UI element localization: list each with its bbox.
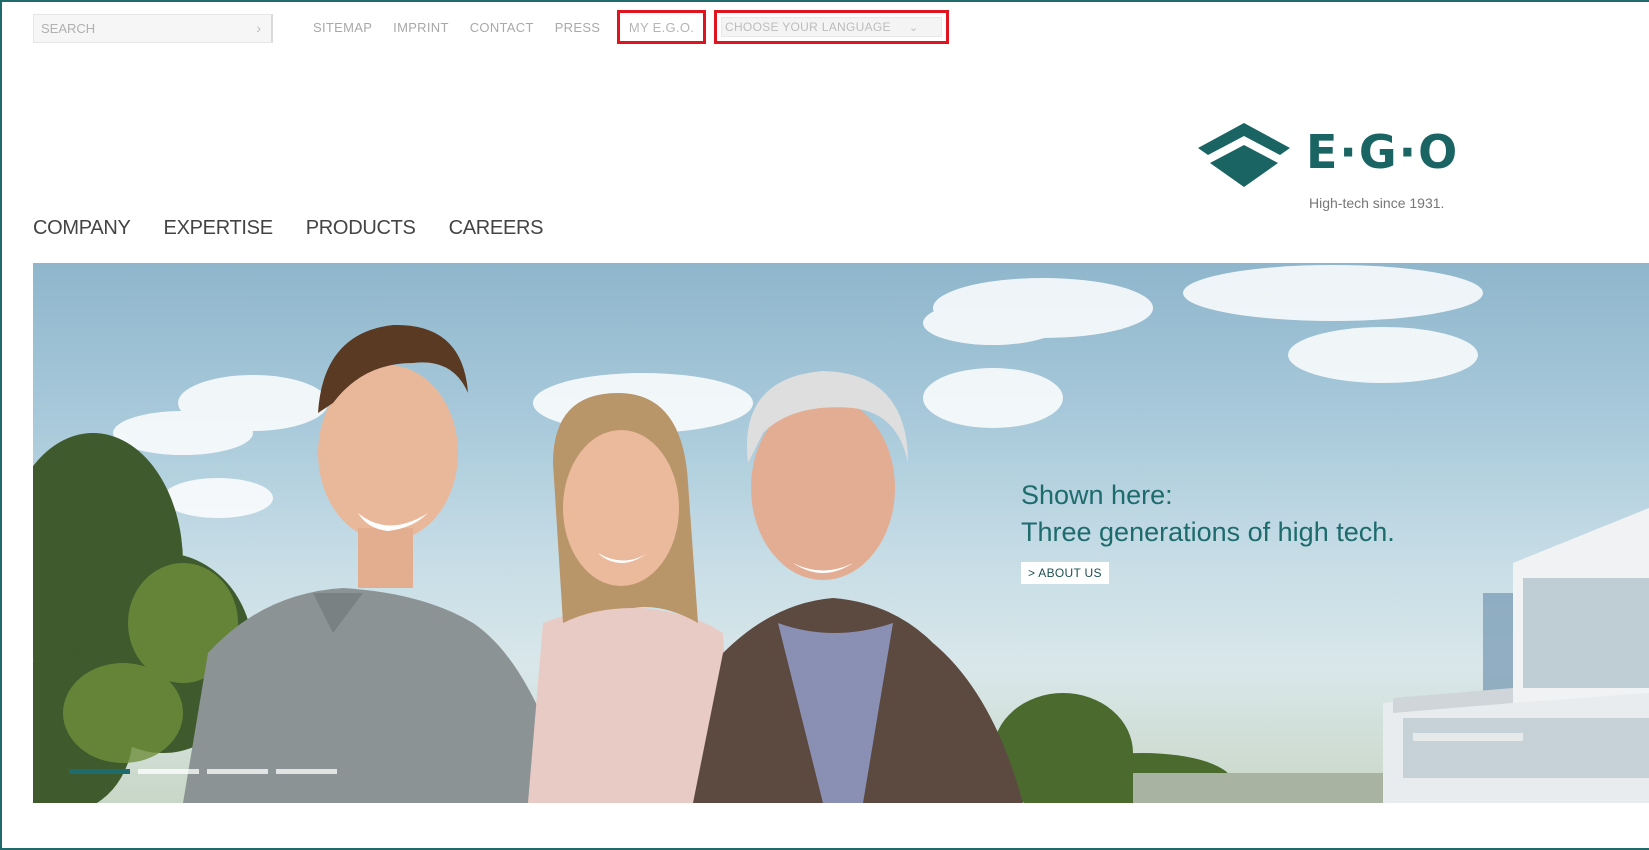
nav-products[interactable]: PRODUCTS: [306, 217, 416, 240]
slider-dot-3[interactable]: [207, 769, 268, 774]
press-link[interactable]: PRESS: [555, 20, 601, 35]
slider-pagination: [69, 769, 345, 774]
slider-dot-4[interactable]: [276, 769, 337, 774]
hero-headline: Shown here: Three generations of high te…: [1021, 477, 1395, 551]
ego-logo-icon[interactable]: [1198, 123, 1290, 191]
contact-link[interactable]: CONTACT: [470, 20, 534, 35]
utility-nav: SITEMAP IMPRINT CONTACT PRESS: [313, 20, 621, 35]
hero-banner: Shown here: Three generations of high te…: [33, 263, 1649, 803]
language-highlight: CHOOSE YOUR LANGUAGE ⌄: [714, 10, 949, 44]
logo-tagline: High-tech since 1931.: [1309, 195, 1445, 211]
logo-wordmark[interactable]: E·G·O: [1306, 126, 1459, 178]
hero-image: [33, 265, 1649, 803]
about-us-button[interactable]: > ABOUT US: [1021, 562, 1109, 584]
nav-expertise[interactable]: EXPERTISE: [164, 217, 274, 240]
search-submit-icon[interactable]: ›: [256, 20, 261, 36]
search-input[interactable]: [34, 15, 244, 42]
language-select[interactable]: CHOOSE YOUR LANGUAGE ⌄: [721, 17, 942, 37]
slider-dot-1[interactable]: [69, 769, 130, 774]
nav-company[interactable]: COMPANY: [33, 217, 131, 240]
main-nav: COMPANY EXPERTISE PRODUCTS CAREERS: [33, 217, 576, 240]
slider-dot-2[interactable]: [138, 769, 199, 774]
chevron-down-icon: ⌄: [908, 21, 919, 34]
imprint-link[interactable]: IMPRINT: [393, 20, 449, 35]
hero-line-1: Shown here:: [1021, 480, 1173, 510]
sitemap-link[interactable]: SITEMAP: [313, 20, 372, 35]
search-box: ›: [33, 14, 273, 43]
my-ego-label: MY E.G.O.: [628, 19, 695, 35]
my-ego-link[interactable]: MY E.G.O.: [617, 10, 706, 44]
language-selected-value: CHOOSE YOUR LANGUAGE: [725, 20, 891, 34]
nav-careers[interactable]: CAREERS: [449, 217, 544, 240]
hero-line-2: Three generations of high tech.: [1021, 517, 1395, 547]
